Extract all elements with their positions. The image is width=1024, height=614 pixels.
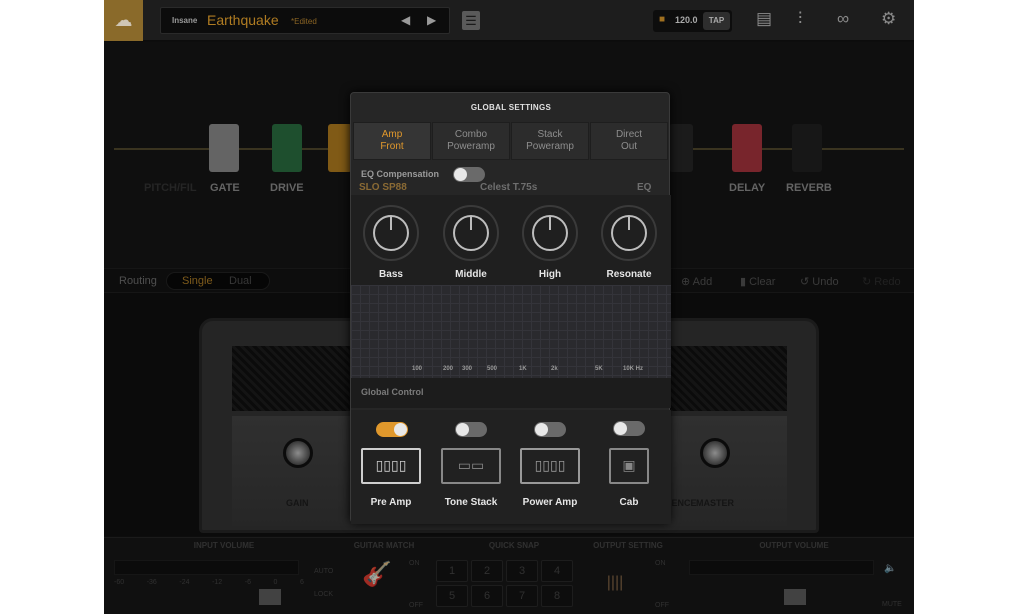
freq-label: 2k: [551, 366, 558, 372]
tone-stack-toggle[interactable]: [455, 422, 487, 437]
tab-combo-poweramp[interactable]: Combo Poweramp: [432, 122, 510, 160]
freq-label: 200: [443, 366, 454, 372]
dialog-title: GLOBAL SETTINGS: [470, 103, 552, 112]
cab-icon: ▣: [609, 448, 649, 484]
freq-label: 1K: [519, 366, 527, 372]
loop-icon[interactable]: ∞: [837, 9, 849, 29]
amp-name: SLO SP88: [359, 182, 407, 193]
freq-label: 5K: [595, 366, 603, 372]
toggle-label: Cab: [619, 497, 639, 508]
tempo-control: ■ 120.0 TAP: [653, 10, 732, 32]
global-control-header: Global Control: [351, 378, 671, 408]
freq-label: 300: [462, 366, 473, 372]
tab-stack-poweramp[interactable]: Stack Poweramp: [511, 122, 589, 160]
tone-stack-icon: ▭▭: [441, 448, 501, 484]
eq-compensation-label: EQ Compensation: [361, 169, 440, 179]
tab-direct-out[interactable]: Direct Out: [590, 122, 668, 160]
tap-button[interactable]: TAP: [703, 12, 730, 30]
eq-compensation-toggle[interactable]: [453, 167, 485, 182]
knob-label: Bass: [379, 269, 403, 280]
pre-amp-toggle[interactable]: [376, 422, 408, 437]
global-control-label: Global Control: [361, 387, 424, 397]
toggle-label: Power Amp: [522, 497, 578, 508]
preset-name: Earthquake: [207, 12, 279, 28]
knob-label: Middle: [455, 269, 487, 280]
toggle-label: Pre Amp: [370, 497, 412, 508]
bass-knob[interactable]: [363, 205, 419, 261]
knob-label: Resonate: [606, 269, 652, 280]
freq-label: 10K Hz: [623, 366, 644, 372]
preset-bank: Insane: [172, 16, 198, 25]
app-window: ☁ Insane Earthquake *Edited ◀ ▶ ☰ ■ 120.…: [104, 0, 914, 614]
gear-icon[interactable]: ⚙: [881, 9, 896, 29]
preset-selector[interactable]: Insane Earthquake *Edited ◀ ▶: [160, 7, 450, 34]
eq-graph: 100 200 300 500 1K 2k 5K 10K Hz: [351, 285, 671, 378]
pre-amp-icon: ▯▯▯▯: [361, 448, 421, 484]
knob-label: High: [538, 269, 562, 280]
global-control-toggles: ▯▯▯▯ ▭▭ ▯▯▯▯ ▣ Pre Amp Tone Stack Power …: [351, 410, 671, 524]
tab-amp-front[interactable]: Amp Front: [353, 122, 431, 160]
high-knob[interactable]: [522, 205, 578, 261]
freq-label: 100: [412, 366, 423, 372]
bpm-value[interactable]: 120.0: [675, 15, 698, 25]
global-settings-dialog: GLOBAL SETTINGS Amp Front Combo Poweramp S…: [350, 92, 671, 524]
menu-icon[interactable]: ☰: [462, 11, 480, 30]
preset-manager-icon[interactable]: ▤: [756, 9, 772, 29]
mixer-icon[interactable]: ⫶: [798, 9, 802, 29]
toggle-label: Tone Stack: [444, 497, 498, 508]
eq-module-label: EQ: [637, 182, 652, 193]
freq-label: 500: [487, 366, 498, 372]
power-amp-icon: ▯▯▯▯: [520, 448, 580, 484]
lock-icon[interactable]: ■: [659, 14, 665, 25]
resonate-knob[interactable]: [601, 205, 657, 261]
prev-preset-icon[interactable]: ◀: [401, 13, 410, 27]
middle-knob[interactable]: [443, 205, 499, 261]
power-amp-toggle[interactable]: [534, 422, 566, 437]
edited-indicator: *Edited: [291, 17, 317, 26]
eq-knobs: Bass Middle High Resonate: [351, 195, 671, 285]
next-preset-icon[interactable]: ▶: [427, 13, 436, 27]
cab-name: Celest T.75s: [480, 182, 538, 193]
cab-toggle[interactable]: [613, 421, 645, 436]
top-bar: ☁ Insane Earthquake *Edited ◀ ▶ ☰ ■ 120.…: [104, 0, 914, 41]
cloud-icon[interactable]: ☁: [104, 0, 143, 41]
